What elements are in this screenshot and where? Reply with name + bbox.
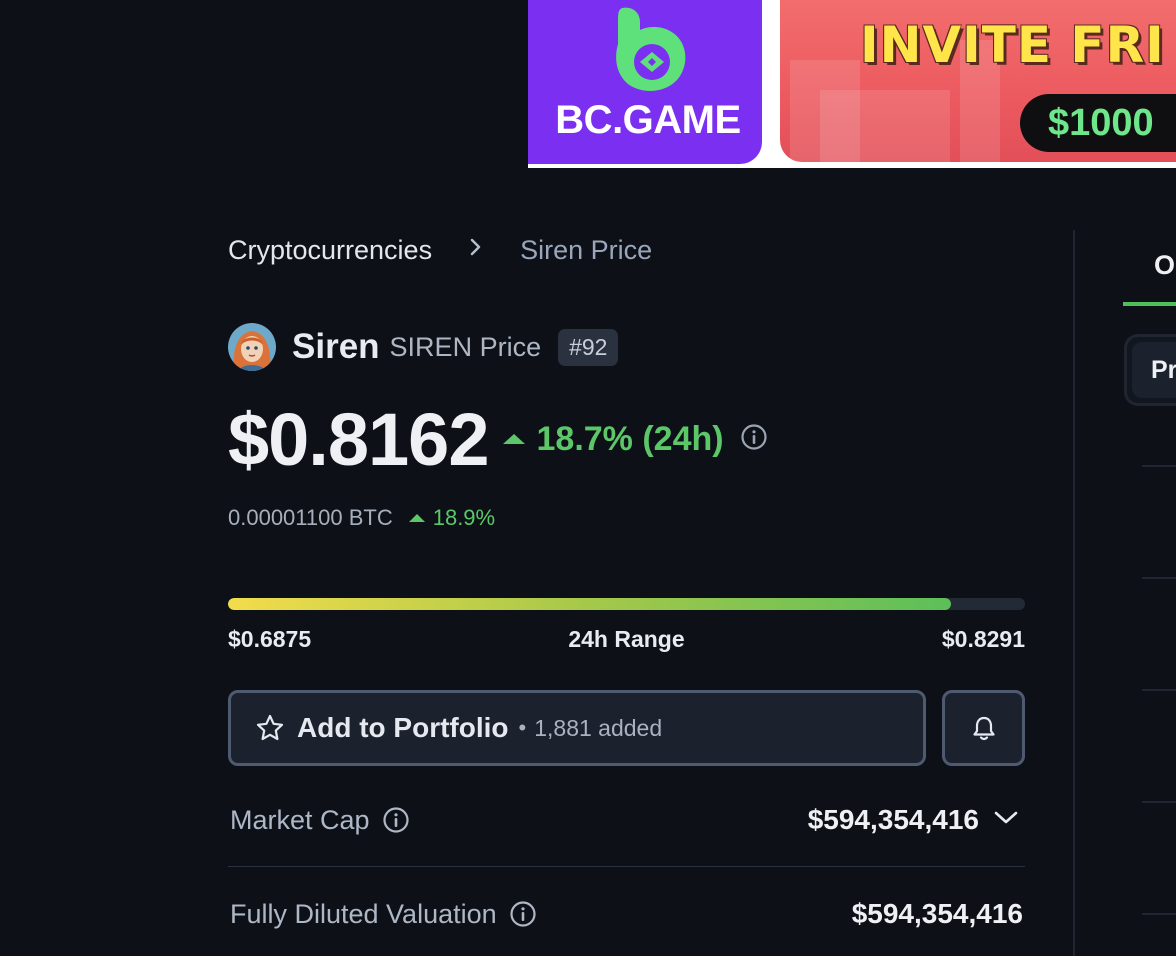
divider: [1142, 577, 1176, 579]
ad-headline: INVITE FRI: [860, 16, 1165, 74]
stat-fully-diluted-valuation: Fully Diluted Valuation $594,354,416: [228, 884, 1025, 944]
stat-market-cap[interactable]: Market Cap $594,354,416: [228, 790, 1025, 850]
divider: [1142, 689, 1176, 691]
info-icon[interactable]: [509, 900, 537, 928]
chevron-down-icon[interactable]: [993, 810, 1019, 831]
stat-label: Market Cap: [230, 804, 370, 835]
arrow-up-icon: [502, 434, 525, 444]
column-divider: [1073, 230, 1075, 956]
bc-game-logo-icon: [616, 7, 686, 91]
tab-overview[interactable]: O: [1154, 250, 1175, 281]
divider: [1142, 913, 1176, 915]
price-alert-button[interactable]: [942, 690, 1025, 766]
range-bar-fill: [228, 598, 951, 610]
breadcrumb-cryptocurrencies-link[interactable]: Cryptocurrencies: [228, 235, 432, 266]
range-bar: [228, 598, 1025, 610]
add-to-portfolio-button[interactable]: Add to Portfolio • 1,881 added: [228, 690, 926, 766]
ad-amount: $1000: [1048, 102, 1154, 144]
stat-label: Fully Diluted Valuation: [230, 898, 497, 929]
btc-change-text: 18.9%: [432, 505, 496, 530]
info-icon[interactable]: [740, 423, 768, 456]
add-to-portfolio-label: Add to Portfolio: [297, 712, 509, 743]
coin-header: Siren SIREN Price #92: [228, 322, 619, 372]
btc-change: 18.9%: [408, 505, 496, 531]
coin-name: Siren: [292, 327, 380, 366]
ad-brand-name: BC.GAME: [555, 98, 741, 142]
ad-banner[interactable]: BC.GAME INVITE FRI $1000: [528, 0, 1176, 168]
divider: [1142, 465, 1176, 467]
coin-symbol-label: SIREN Price: [389, 331, 542, 362]
range-title: 24h Range: [568, 626, 685, 652]
ad-artwork[interactable]: INVITE FRI $1000: [780, 0, 1176, 162]
range-labels: $0.6875 24h Range $0.8291: [228, 626, 1025, 656]
chevron-right-icon: [432, 236, 520, 264]
price-row: $0.8162 18.7% (24h): [228, 396, 768, 482]
rank-badge: #92: [558, 328, 619, 366]
ad-brand-panel[interactable]: BC.GAME: [528, 0, 762, 164]
price-value: $0.8162: [228, 397, 489, 481]
btc-price: 0.00001100 BTC: [228, 505, 393, 530]
divider: [228, 866, 1025, 867]
siren-avatar-icon: [228, 323, 276, 371]
right-panel-segment-label: Pr: [1151, 356, 1176, 384]
arrow-up-icon: [408, 514, 425, 522]
ad-amount-pill: $1000: [1020, 94, 1176, 152]
breadcrumb: Cryptocurrencies Siren Price: [228, 234, 652, 266]
separator-dot: •: [518, 715, 527, 740]
star-icon: [256, 714, 284, 741]
btc-price-row: 0.00001100 BTC 18.9%: [228, 504, 495, 532]
portfolio-count: 1,881 added: [534, 714, 663, 741]
bell-icon: [972, 716, 995, 741]
divider: [1142, 801, 1176, 803]
ad-building: [820, 90, 950, 162]
stat-value: $594,354,416: [851, 898, 1023, 929]
price-change-text: 18.7% (24h): [536, 419, 724, 458]
stat-value: $594,354,416: [807, 804, 979, 835]
breadcrumb-current: Siren Price: [520, 234, 653, 265]
price-change: 18.7% (24h): [502, 419, 724, 459]
info-icon[interactable]: [382, 806, 410, 834]
range-high: $0.8291: [941, 626, 1025, 652]
active-tab-indicator: [1123, 302, 1176, 306]
page: BC.GAME INVITE FRI $1000 Cryptocurrencie…: [0, 0, 1176, 956]
